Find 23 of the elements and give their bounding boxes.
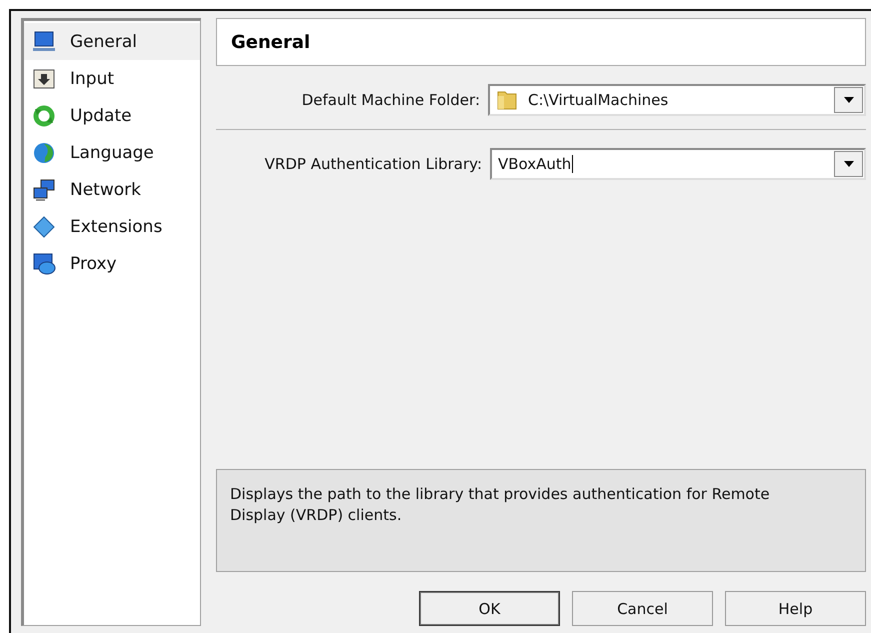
- sidebar-item[interactable]: Extensions: [24, 208, 200, 245]
- sidebar-item[interactable]: Input: [24, 60, 200, 97]
- dialog-button[interactable]: OK: [419, 591, 560, 626]
- monitor-icon: [32, 30, 56, 54]
- sidebar-item[interactable]: Language: [24, 134, 200, 171]
- field-label: Default Machine Folder:: [300, 91, 480, 109]
- sidebar-item[interactable]: General: [24, 23, 200, 60]
- diamond-icon: [32, 214, 56, 238]
- folder-icon: [496, 89, 518, 111]
- dialog-button[interactable]: Cancel: [572, 591, 713, 626]
- combo-box[interactable]: C:\VirtualMachines: [488, 84, 866, 116]
- sidebar-item[interactable]: Network: [24, 171, 200, 208]
- description-text: Displays the path to the library that provides authentication for Remote Display (VRDP) clients.: [216, 469, 866, 572]
- globe-icon: [32, 140, 56, 164]
- page-title: General: [216, 18, 866, 66]
- field-label: VRDP Authentication Library:: [264, 155, 482, 173]
- sidebar-item[interactable]: Proxy: [24, 245, 200, 282]
- sidebar-item[interactable]: Update: [24, 97, 200, 134]
- proxy-icon: [32, 252, 56, 276]
- combo-box[interactable]: VBoxAuth: [490, 148, 866, 180]
- dialog-button[interactable]: Help: [725, 591, 866, 626]
- refresh-icon: [32, 104, 56, 128]
- network-icon: [32, 178, 56, 202]
